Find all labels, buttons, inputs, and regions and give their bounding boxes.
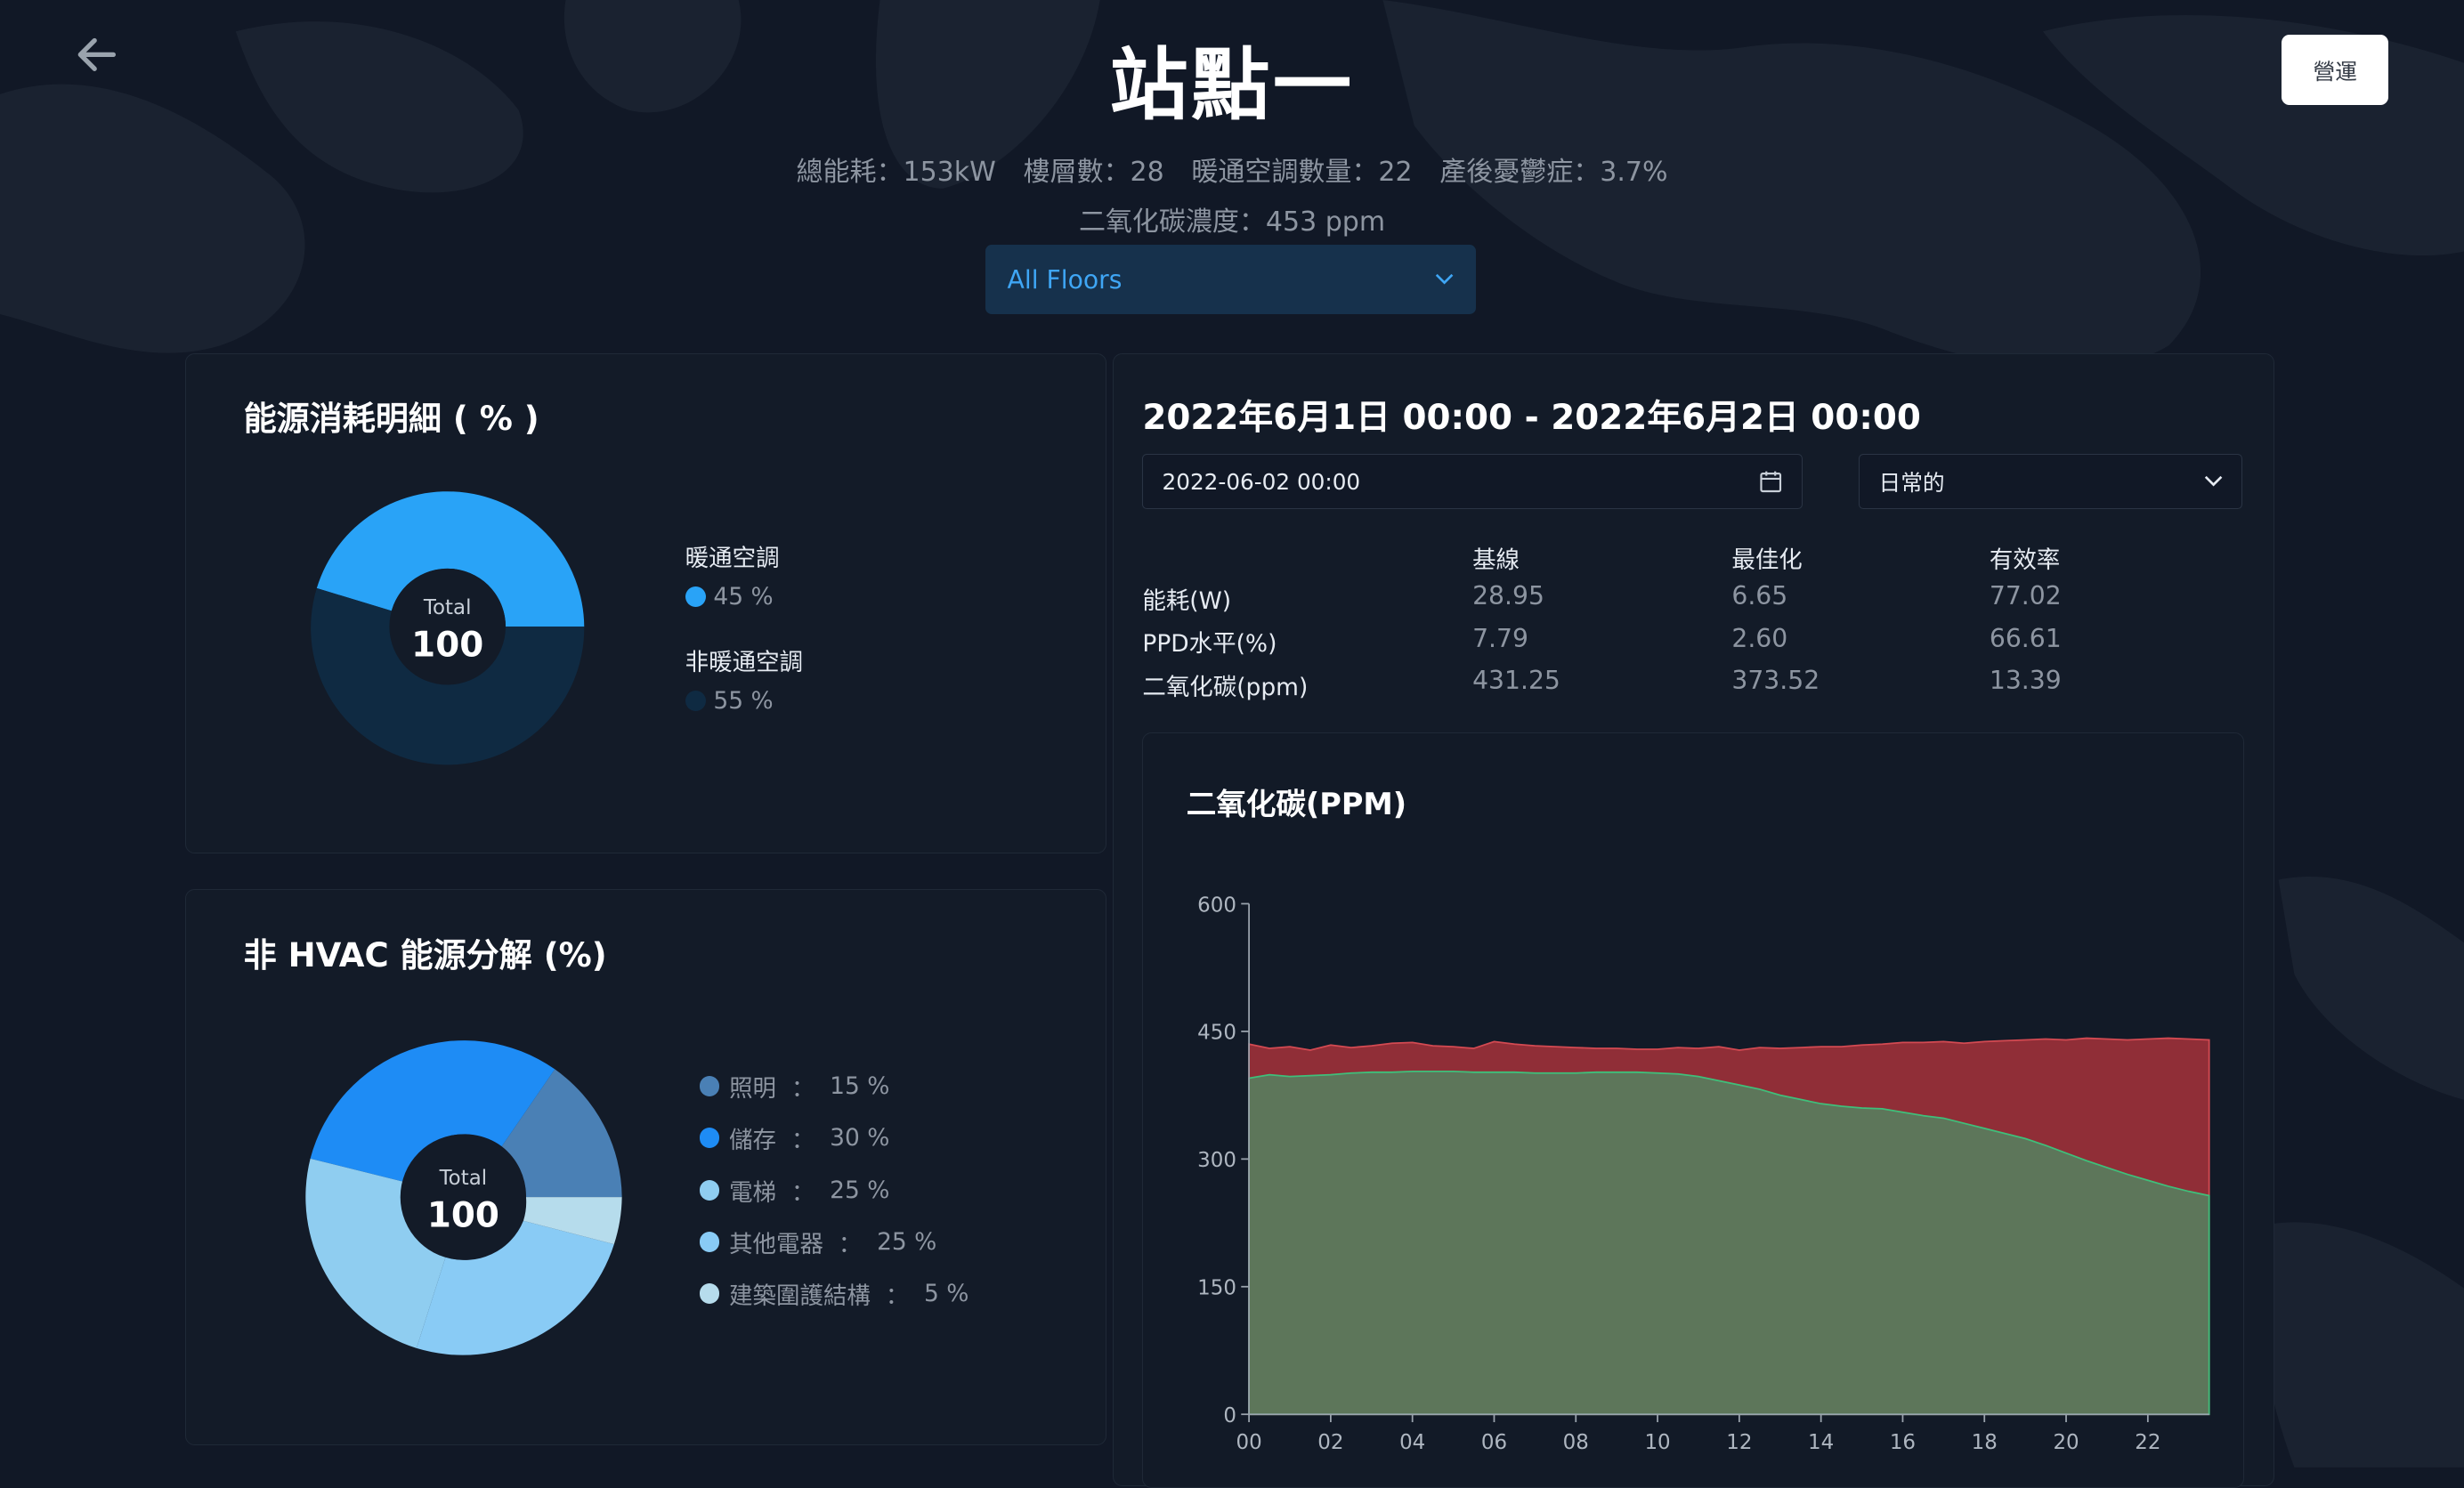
x-tick-label: 04 — [1399, 1431, 1425, 1454]
x-tick-label: 16 — [1890, 1431, 1916, 1454]
donut-center-value: 100 — [412, 626, 484, 666]
legend-item-storage: 儲存 ： 30 % — [699, 1112, 969, 1164]
table-cell: 28.95 — [1472, 581, 1544, 611]
table-cell: 431.25 — [1472, 666, 1560, 696]
legend-sep: ： — [885, 1282, 910, 1311]
chevron-down-icon — [2204, 475, 2223, 487]
co2-area-chart: 0 150 300 450 600 00 02 04 06 08 10 12 14 16 18 20 22 — [1197, 894, 2210, 1454]
donut-center-value: 100 — [427, 1196, 499, 1236]
x-tick-label: 18 — [1972, 1431, 1998, 1454]
col-header-optimized: 最佳化 — [1731, 546, 1803, 575]
x-tick-label: 00 — [1236, 1431, 1262, 1454]
energy-breakdown-title: 能源消耗明細 ( % ) — [243, 399, 539, 438]
donut-center-label: Total — [423, 596, 472, 619]
ppd-stat: 產後憂鬱症：3.7% — [1439, 156, 1668, 188]
legend-item-envelope: 建築圍護結構 ： 5 % — [699, 1268, 969, 1320]
floor-count-stat: 樓層數：28 — [1023, 156, 1164, 188]
date-picker-input[interactable]: 2022-06-02 00:00 — [1142, 454, 1803, 509]
y-tick-label: 450 — [1197, 1021, 1236, 1044]
chevron-down-icon — [1435, 273, 1454, 285]
row-label-ppd: PPD水平(%) — [1142, 629, 1277, 658]
legend-item-hvac: 暖通空調 45 % — [685, 538, 780, 611]
table-cell: 66.61 — [1989, 623, 2062, 653]
donut-center-label: Total — [439, 1167, 488, 1190]
non-hvac-title: 非 HVAC 能源分解 (%) — [243, 936, 607, 975]
date-value: 2022-06-02 00:00 — [1162, 468, 1361, 495]
table-cell: 373.52 — [1731, 666, 1820, 696]
legend-label: 非暖通空調 — [685, 649, 803, 676]
legend-label: 暖通空調 — [685, 545, 780, 573]
legend-label: 其他電器 — [729, 1230, 823, 1258]
legend-dot — [685, 586, 706, 608]
page-title: 站點一 — [1109, 38, 1355, 131]
legend-sep: ： — [838, 1230, 863, 1258]
floor-select[interactable]: All Floors — [985, 245, 1476, 315]
operations-button[interactable]: 營運 — [2282, 34, 2389, 106]
table-cell: 13.39 — [1989, 666, 2062, 696]
legend-value: 25 % — [877, 1227, 937, 1256]
period-select-value: 日常的 — [1878, 470, 1945, 497]
row-label-co2: 二氧化碳(ppm) — [1142, 674, 1309, 702]
col-header-baseline: 基線 — [1472, 546, 1520, 575]
y-tick-label: 600 — [1197, 894, 1236, 917]
legend-sep: ： — [790, 1178, 815, 1207]
table-cell: 2.60 — [1731, 623, 1788, 653]
legend-item-lighting: 照明 ： 15 % — [699, 1061, 969, 1112]
legend-sep: ： — [790, 1075, 815, 1104]
legend-item-non-hvac: 非暖通空調 55 % — [685, 643, 803, 715]
non-hvac-legend: 照明 ： 15 % 儲存 ： 30 % 電梯 ： 25 % 其他電器 ： 25 … — [699, 1061, 969, 1320]
chart-title: 二氧化碳(PPM) — [1186, 786, 1407, 821]
legend-label: 建築圍護結構 — [729, 1282, 871, 1311]
legend-value: 55 % — [713, 686, 774, 715]
legend-value: 30 % — [830, 1124, 890, 1152]
x-tick-label: 06 — [1481, 1431, 1507, 1454]
legend-label: 照明 — [729, 1075, 776, 1104]
legend-value: 15 % — [830, 1072, 890, 1101]
table-cell: 77.02 — [1989, 581, 2062, 611]
date-range-title: 2022年6月1日 00:00 - 2022年6月2日 00:00 — [1142, 397, 1921, 438]
table-cell: 7.79 — [1472, 623, 1528, 653]
x-tick-label: 10 — [1645, 1431, 1671, 1454]
legend-item-appliances: 其他電器 ： 25 % — [699, 1216, 969, 1267]
total-energy-stat: 總能耗：153kW — [796, 156, 996, 188]
hvac-count-stat: 暖通空調數量：22 — [1191, 156, 1413, 188]
co2-stat: 二氧化碳濃度：453 ppm — [1078, 206, 1386, 239]
non-hvac-donut-chart: Total 100 — [305, 1040, 623, 1355]
legend-value: 25 % — [830, 1176, 890, 1204]
y-tick-label: 150 — [1197, 1276, 1236, 1299]
col-header-efficiency: 有效率 — [1989, 546, 2061, 575]
legend-value: 5 % — [924, 1280, 969, 1308]
x-tick-label: 08 — [1563, 1431, 1589, 1454]
legend-sep: ： — [790, 1127, 815, 1155]
legend-value: 45 % — [713, 583, 774, 611]
y-tick-label: 300 — [1197, 1149, 1236, 1172]
stats-line: 總能耗：153kW 樓層數：28 暖通空調數量：22 產後憂鬱症：3.7% — [0, 150, 2464, 189]
x-tick-label: 02 — [1318, 1431, 1344, 1454]
x-tick-label: 20 — [2054, 1431, 2079, 1454]
legend-label: 儲存 — [729, 1127, 776, 1155]
legend-item-elevator: 電梯 ： 25 % — [699, 1164, 969, 1216]
legend-dot — [685, 690, 706, 711]
x-tick-label: 22 — [2136, 1431, 2161, 1454]
legend-label: 電梯 — [729, 1178, 776, 1207]
y-tick-label: 0 — [1224, 1404, 1237, 1427]
table-cell: 6.65 — [1731, 581, 1788, 611]
calendar-icon[interactable] — [1759, 470, 1782, 493]
period-select[interactable]: 日常的 — [1859, 454, 2243, 509]
row-label-energy: 能耗(W) — [1142, 587, 1232, 616]
energy-donut-chart: Total 100 — [311, 491, 585, 765]
x-tick-label: 14 — [1808, 1431, 1834, 1454]
x-tick-label: 12 — [1727, 1431, 1753, 1454]
floor-select-value: All Floors — [1007, 264, 1123, 295]
